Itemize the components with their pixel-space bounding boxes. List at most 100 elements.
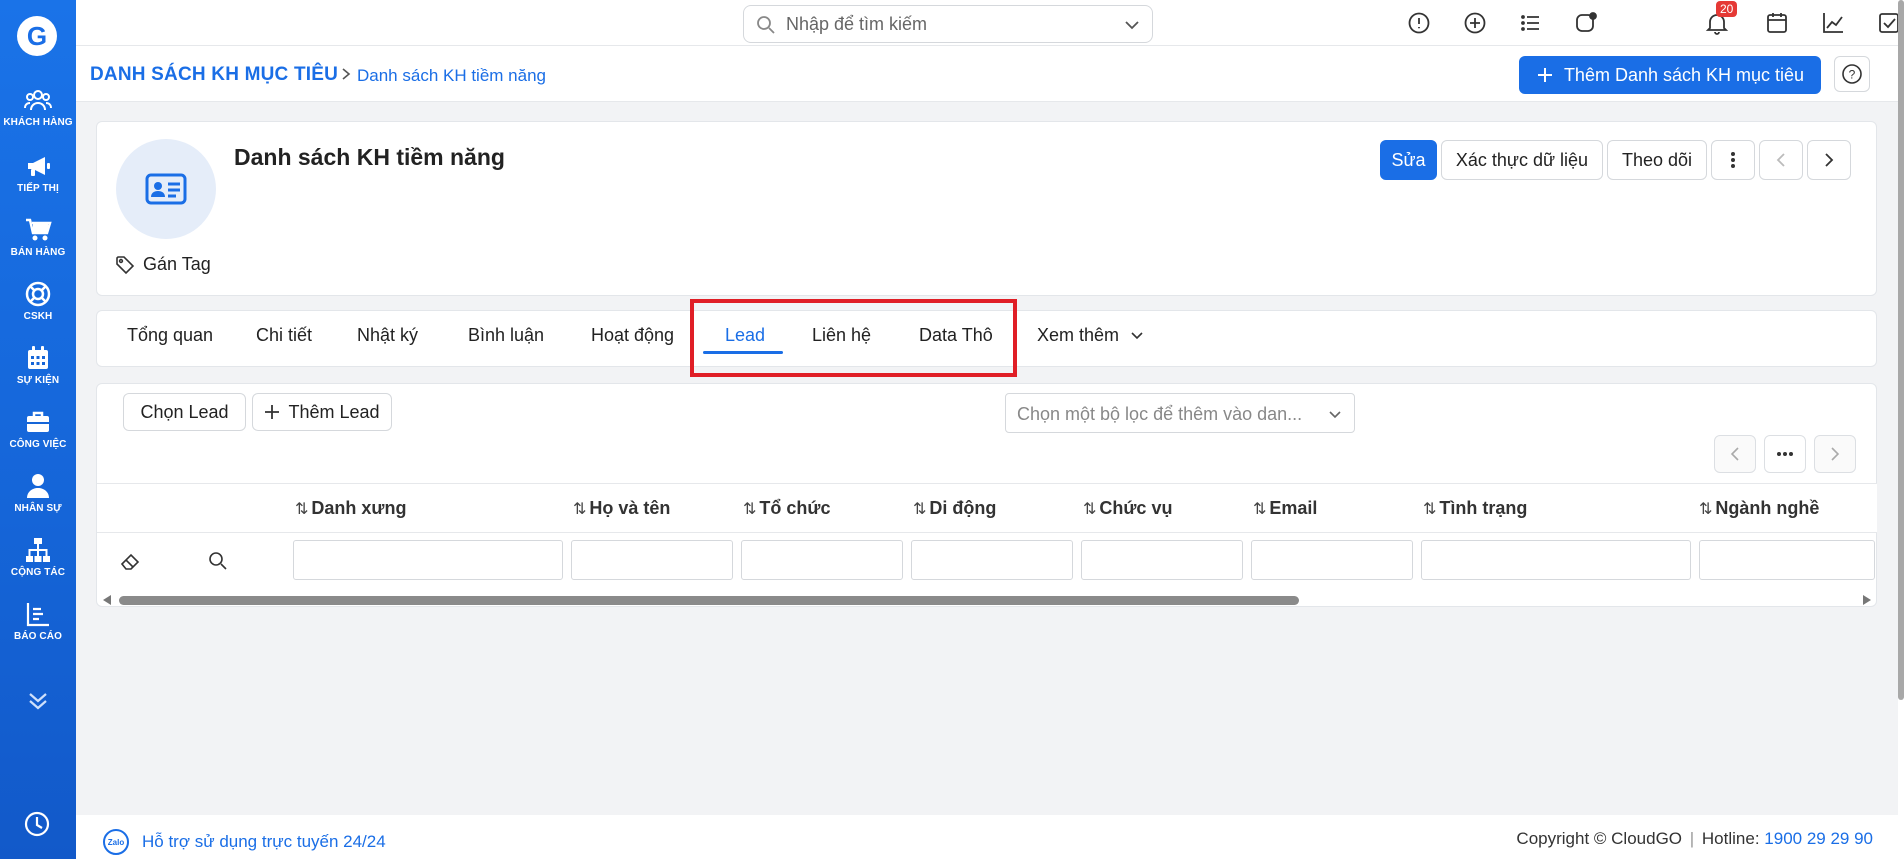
chevron-double-down-icon[interactable]: [24, 686, 52, 714]
breadcrumb-current[interactable]: Danh sách KH tiềm năng: [357, 66, 546, 86]
assign-tag[interactable]: Gán Tag: [115, 254, 211, 275]
filter-select-placeholder: Chọn một bộ lọc để thêm vào dan...: [1017, 404, 1303, 424]
online-support-link[interactable]: Hỗ trợ sử dụng trực tuyến 24/24: [142, 832, 386, 852]
scroll-right-arrow[interactable]: [1863, 595, 1871, 605]
chevron-down-icon[interactable]: [1124, 18, 1140, 32]
more-vertical-icon: [1731, 152, 1735, 168]
record-avatar: [116, 139, 216, 239]
column-status[interactable]: ⇅ Tình trạng: [1423, 498, 1527, 519]
prev-record-button[interactable]: [1759, 140, 1803, 180]
column-salutation[interactable]: ⇅ Danh xưng: [295, 498, 406, 519]
window-scrollbar-thumb[interactable]: [1898, 0, 1904, 700]
related-leads-panel: Chọn Lead Thêm Lead Chọn một bộ lọc để t…: [96, 383, 1877, 607]
record-title: Danh sách KH tiềm năng: [234, 144, 505, 170]
tab-more[interactable]: Xem thêm: [1037, 325, 1144, 346]
tab-details[interactable]: Chi tiết: [256, 325, 312, 346]
horizontal-scrollbar[interactable]: [97, 592, 1877, 608]
list-options-button[interactable]: [1764, 435, 1806, 473]
column-full-name[interactable]: ⇅ Họ và tên: [573, 498, 670, 519]
select-lead-button[interactable]: Chọn Lead: [123, 393, 246, 431]
filter-organization-input[interactable]: [741, 540, 903, 580]
window-scrollbar[interactable]: [1898, 0, 1904, 859]
sidebar-item-reports[interactable]: BÁO CÁO: [0, 600, 76, 642]
global-search[interactable]: [743, 5, 1153, 43]
filter-full-name-input[interactable]: [571, 540, 733, 580]
list-prev-page-button[interactable]: [1714, 435, 1756, 473]
zalo-icon[interactable]: Zalo: [103, 829, 129, 855]
add-lead-button[interactable]: Thêm Lead: [252, 393, 392, 431]
chevron-right-icon: [342, 68, 351, 80]
add-circle-icon[interactable]: [1462, 10, 1488, 36]
chevron-right-icon: [1825, 153, 1834, 167]
column-position[interactable]: ⇅ Chức vụ: [1083, 498, 1172, 519]
cart-icon: [26, 218, 52, 241]
svg-text:?: ?: [1849, 68, 1856, 82]
filter-email-input[interactable]: [1251, 540, 1413, 580]
sidebar-item-customers[interactable]: KHÁCH HÀNG: [0, 86, 76, 128]
lifebuoy-icon: [25, 281, 51, 307]
add-target-list-button[interactable]: Thêm Danh sách KH mục tiêu: [1519, 56, 1821, 94]
tab-log[interactable]: Nhật ký: [357, 325, 418, 346]
table-filter-row: [97, 533, 1877, 583]
tab-activities[interactable]: Hoạt động: [591, 325, 674, 346]
column-mobile[interactable]: ⇅ Di động: [913, 498, 996, 519]
clock-icon[interactable]: [22, 809, 52, 839]
chevron-left-icon: [1730, 447, 1739, 461]
sidebar-item-marketing[interactable]: TIẾP THỊ: [0, 152, 76, 194]
alert-icon[interactable]: [1406, 10, 1432, 36]
help-button[interactable]: ?: [1834, 56, 1870, 92]
search-icon: [757, 16, 775, 34]
chat-icon[interactable]: [1573, 10, 1599, 36]
verify-data-button[interactable]: Xác thực dữ liệu: [1441, 140, 1603, 180]
column-email[interactable]: ⇅ Email: [1253, 498, 1317, 519]
scroll-left-arrow[interactable]: [103, 595, 111, 605]
breadcrumb-root[interactable]: DANH SÁCH KH MỤC TIÊU: [90, 64, 338, 86]
more-actions-button[interactable]: [1711, 140, 1755, 180]
tab-overview[interactable]: Tổng quan: [127, 325, 213, 346]
sidebar-item-sales[interactable]: BÁN HÀNG: [0, 216, 76, 258]
eraser-icon[interactable]: [119, 550, 141, 572]
sidebar-item-label: SỰ KIỆN: [16, 375, 60, 386]
cloudgo-logo[interactable]: G: [17, 16, 57, 56]
next-record-button[interactable]: [1807, 140, 1851, 180]
filter-status-input[interactable]: [1421, 540, 1691, 580]
sidebar-item-label: CỘNG TÁC: [10, 567, 66, 578]
tab-comments[interactable]: Bình luận: [468, 325, 544, 346]
megaphone-icon: [28, 157, 50, 176]
sidebar-item-customer-care[interactable]: CSKH: [0, 280, 76, 322]
annotation-highlight-box: [690, 299, 1017, 377]
chart-line-icon[interactable]: [1820, 10, 1846, 36]
breadcrumb: DANH SÁCH KH MỤC TIÊU Danh sách KH tiềm …: [76, 46, 1898, 102]
list-icon[interactable]: [1518, 10, 1544, 36]
column-organization[interactable]: ⇅ Tổ chức: [743, 498, 830, 519]
edit-button[interactable]: Sửa: [1380, 140, 1437, 180]
filter-salutation-input[interactable]: [293, 540, 563, 580]
copyright: Copyright © CloudGO | Hotline: 1900 29 2…: [1516, 829, 1873, 848]
sidebar-item-tasks[interactable]: CÔNG VIỆC: [0, 408, 76, 450]
search-input[interactable]: [786, 12, 1106, 36]
filter-mobile-input[interactable]: [911, 540, 1073, 580]
filter-position-input[interactable]: [1081, 540, 1243, 580]
sidebar-item-hr[interactable]: NHÂN SỰ: [0, 472, 76, 514]
column-industry[interactable]: ⇅ Ngành nghề: [1699, 498, 1819, 519]
list-next-page-button[interactable]: [1814, 435, 1856, 473]
follow-button[interactable]: Theo dõi: [1607, 140, 1707, 180]
sidebar-item-label: NHÂN SỰ: [14, 503, 62, 514]
copyright-text: Copyright © CloudGO: [1516, 829, 1683, 848]
hotline-number[interactable]: 1900 29 29 90: [1764, 829, 1873, 848]
search-icon[interactable]: [208, 551, 228, 571]
sidebar-item-events[interactable]: SỰ KIỆN: [0, 344, 76, 386]
sidebar-item-collaboration[interactable]: CỘNG TÁC: [0, 536, 76, 578]
filter-select[interactable]: Chọn một bộ lọc để thêm vào dan...: [1005, 393, 1355, 433]
calendar-icon[interactable]: [1764, 10, 1790, 36]
sidebar-item-label: TIẾP THỊ: [17, 183, 59, 194]
org-chart-icon: [26, 538, 50, 562]
report-icon: [26, 603, 49, 627]
help-icon: ?: [1842, 64, 1862, 84]
sort-icon: ⇅: [1423, 500, 1437, 518]
top-bar: 20: [76, 0, 1899, 46]
filter-industry-input[interactable]: [1699, 540, 1875, 580]
tab-more-label: Xem thêm: [1037, 325, 1120, 345]
scrollbar-thumb[interactable]: [119, 596, 1299, 605]
sidebar-item-label: BÁN HÀNG: [10, 247, 66, 258]
